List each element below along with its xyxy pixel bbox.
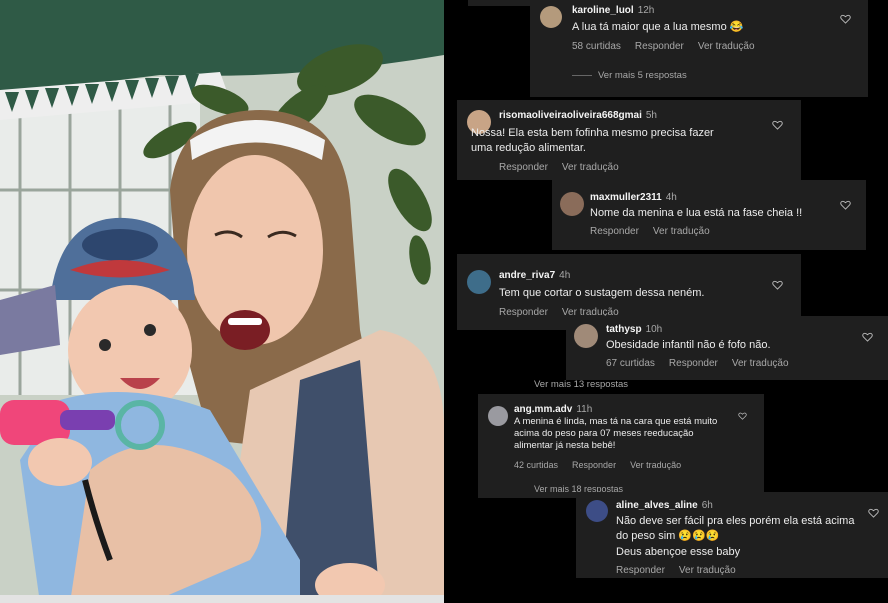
- photo-illustration: [0, 0, 444, 603]
- comment-actions: 42 curtidas Responder Ver tradução: [514, 460, 695, 470]
- comment-text: Tem que cortar o sustagem dessa neném.: [499, 287, 705, 299]
- comment-card: risomaoliveiraoliveira668gmai 5h Nossa! E…: [457, 100, 801, 180]
- comment-card: maxmuller2311 4h Nome da menina e lua est…: [552, 180, 866, 250]
- likes-count[interactable]: 67 curtidas: [606, 358, 655, 369]
- comment-time: 10h: [645, 324, 663, 335]
- comment-card: aline_alves_aline 6h Não deve ser fácil p…: [576, 492, 888, 578]
- avatar[interactable]: [488, 406, 508, 426]
- avatar[interactable]: [586, 500, 608, 522]
- username[interactable]: maxmuller2311: [590, 192, 662, 203]
- comment-text: Nossa! Ela esta bem fofinha mesmo precis…: [471, 127, 714, 154]
- reply-button[interactable]: Responder: [499, 162, 548, 173]
- heart-icon[interactable]: [772, 120, 783, 130]
- comment-time: 5h: [645, 110, 657, 121]
- view-more-replies[interactable]: Ver mais 13 respostas: [534, 379, 628, 390]
- username[interactable]: ang.mm.adv: [514, 404, 572, 415]
- likes-count[interactable]: 42 curtidas: [514, 460, 558, 470]
- comment-time: 4h: [559, 270, 571, 281]
- avatar[interactable]: [574, 324, 598, 348]
- comment-text: Não deve ser fácil pra eles porém ela es…: [616, 515, 855, 542]
- translate-button[interactable]: Ver tradução: [630, 460, 681, 470]
- comment-time: 6h: [701, 500, 713, 511]
- comment-time: 11h: [576, 404, 593, 415]
- heart-icon[interactable]: [840, 14, 851, 24]
- reply-button[interactable]: Responder: [499, 307, 548, 318]
- comment-actions: Responder Ver tradução: [590, 226, 724, 237]
- username[interactable]: andre_riva7: [499, 270, 555, 281]
- comment-card: tathysp 10h Obesidade infantil não é fofo…: [566, 316, 888, 380]
- heart-icon[interactable]: [868, 508, 879, 518]
- reply-button[interactable]: Responder: [669, 358, 718, 369]
- comment-actions: Responder Ver tradução: [616, 565, 750, 576]
- avatar[interactable]: [540, 6, 562, 28]
- translate-button[interactable]: Ver tradução: [653, 226, 710, 237]
- avatar[interactable]: [467, 270, 491, 294]
- comment-actions: 58 curtidas Responder Ver tradução: [572, 41, 769, 52]
- username[interactable]: karoline_luol: [572, 5, 634, 16]
- comment-text: A lua tá maior que a lua mesmo 😂: [572, 21, 744, 33]
- translate-button[interactable]: Ver tradução: [562, 162, 619, 173]
- heart-icon[interactable]: [840, 200, 851, 210]
- comment-text: Obesidade infantil não é fofo não.: [606, 339, 771, 351]
- username[interactable]: aline_alves_aline: [616, 500, 698, 511]
- comment-time: 12h: [637, 5, 655, 16]
- avatar[interactable]: [560, 192, 584, 216]
- heart-icon[interactable]: [738, 412, 747, 420]
- photo-mother-and-baby: [0, 0, 444, 603]
- comments-panel: karoline_luol 12h A lua tá maior que a lu…: [444, 0, 888, 603]
- username[interactable]: tathysp: [606, 324, 642, 335]
- reply-button[interactable]: Responder: [590, 226, 639, 237]
- comment-actions: Responder Ver tradução: [499, 162, 633, 173]
- translate-button[interactable]: Ver tradução: [732, 358, 789, 369]
- comment-card: karoline_luol 12h A lua tá maior que a lu…: [530, 0, 868, 97]
- reply-button[interactable]: Responder: [572, 460, 616, 470]
- translate-button[interactable]: Ver tradução: [698, 41, 755, 52]
- translate-button[interactable]: Ver tradução: [679, 565, 736, 576]
- comment-text: Nome da menina e lua está na fase cheia …: [590, 207, 803, 219]
- comment-actions: 67 curtidas Responder Ver tradução: [606, 358, 803, 369]
- comment-time: 4h: [665, 192, 677, 203]
- heart-icon[interactable]: [772, 280, 783, 290]
- view-more-replies[interactable]: Ver mais 5 respostas: [572, 70, 687, 81]
- comment-text-line-2: Deus abençoe esse baby: [616, 546, 741, 558]
- comment-card: ang.mm.adv 11h A menina é linda, mas tá n…: [478, 394, 764, 498]
- reply-button[interactable]: Responder: [616, 565, 665, 576]
- username[interactable]: risomaoliveiraoliveira668gmai: [499, 110, 642, 121]
- likes-count[interactable]: 58 curtidas: [572, 41, 621, 52]
- comment-text: A menina é linda, mas tá na cara que est…: [514, 416, 718, 451]
- heart-icon[interactable]: [862, 332, 873, 342]
- reply-button[interactable]: Responder: [635, 41, 684, 52]
